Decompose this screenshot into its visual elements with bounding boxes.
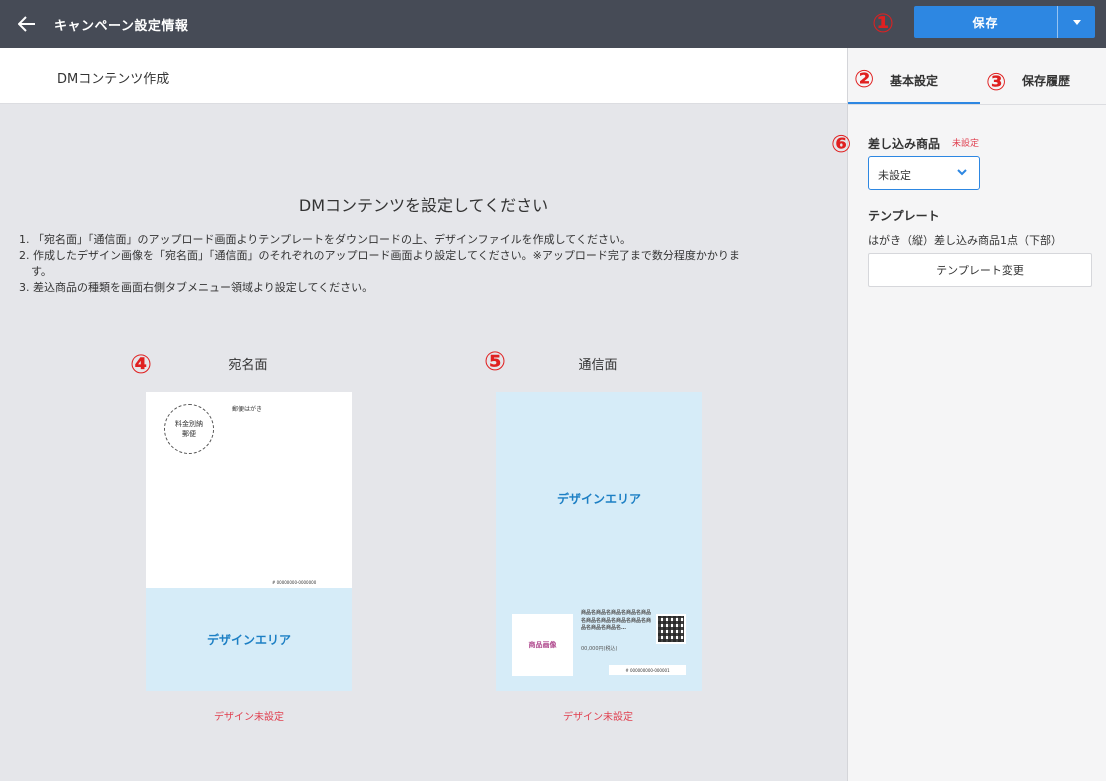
panel-tabs: ② 基本設定 ③ 保存履歴 — [848, 48, 1106, 105]
message-face-status: デザイン未設定 — [563, 712, 633, 723]
product-image-placeholder: 商品画像 — [512, 614, 573, 676]
annotation-marker-1: ① — [872, 9, 895, 39]
page-title: キャンペーン設定情報 — [54, 18, 189, 34]
annotation-marker-5: ⑤ — [484, 347, 507, 377]
save-button[interactable]: 保存 — [914, 6, 1057, 38]
customer-barcode: # 00000000-0000000 — [272, 580, 317, 585]
content-area: DMコンテンツを設定してください 1. 「宛名面」「通信面」のアップロード画面よ… — [0, 104, 847, 781]
instruction-item: 2. 作成したデザイン画像を「宛名面」「通信面」のそれぞれのアップロード画面より… — [19, 249, 740, 262]
address-face-card[interactable]: 料金別納 郵便 郵便はがき # 00000000-0000000 デザインエリア — [146, 392, 352, 691]
tab-save-history[interactable]: ③ 保存履歴 — [980, 48, 1106, 104]
annotation-marker-6: ⑥ — [831, 130, 852, 158]
tab-basic-settings[interactable]: ② 基本設定 — [848, 48, 980, 104]
stamp-text: 料金別納 — [175, 420, 203, 428]
tab-label: 基本設定 — [890, 74, 939, 88]
instruction-item: す。 — [31, 265, 52, 278]
instruction-item: 1. 「宛名面」「通信面」のアップロード画面よりテンプレートをダウンロードの上、… — [19, 233, 631, 246]
message-face-label: 通信面 — [578, 358, 618, 373]
address-face-label: 宛名面 — [228, 358, 268, 373]
back-button[interactable] — [14, 11, 40, 37]
tab-label: 保存履歴 — [1022, 74, 1071, 88]
save-button-group: 保存 — [914, 6, 1095, 38]
template-name: はがき（縦）差し込み商品1点（下部） — [868, 234, 1062, 247]
instruction-item: 3. 差込商品の種類を画面右側タブメニュー領域より設定してください。 — [19, 281, 374, 294]
design-area: デザインエリア — [146, 588, 352, 691]
postcard-label: 郵便はがき — [232, 406, 263, 413]
design-area-label: デザインエリア — [206, 633, 291, 647]
qr-code-icon — [656, 614, 686, 644]
address-face-status: デザイン未設定 — [214, 712, 284, 723]
insert-product-status-badge: 未設定 — [952, 139, 980, 149]
product-barcode: # 000000000-000001 — [609, 665, 686, 675]
chevron-down-icon — [957, 169, 967, 176]
annotation-marker-2: ② — [854, 65, 875, 93]
product-name-text: 商品名商品名商品名商品名商品名商品名商品名商品名商品名商品名商品名商品名… — [581, 610, 652, 631]
settings-panel: ② 基本設定 ③ 保存履歴 ⑥ 差し込み商品 未設定 未設定 テンプレート はが… — [831, 48, 1106, 781]
annotation-marker-4: ④ — [130, 350, 153, 380]
content-heading: DMコンテンツを設定してください — [298, 196, 549, 215]
arrow-left-icon — [18, 16, 35, 32]
save-dropdown-button[interactable] — [1058, 6, 1095, 38]
postage-stamp-mark: 料金別納 郵便 — [164, 404, 214, 454]
section-title: DMコンテンツ作成 — [57, 72, 170, 87]
design-area-label: デザインエリア — [556, 492, 641, 506]
message-face-card[interactable]: デザインエリア 商品画像 商品名商品名商品名商品名商品名商品名商品名商品名商品名… — [496, 392, 702, 691]
annotation-marker-3: ③ — [986, 68, 1007, 96]
caret-down-icon — [1072, 19, 1081, 25]
template-label: テンプレート — [868, 209, 940, 223]
instructions-list: 1. 「宛名面」「通信面」のアップロード画面よりテンプレートをダウンロードの上、… — [19, 232, 829, 296]
insert-product-select[interactable]: 未設定 — [868, 156, 980, 190]
change-template-button[interactable]: テンプレート変更 — [868, 253, 1092, 287]
product-price: 00,000円(税込) — [581, 646, 618, 652]
insert-product-label: 差し込み商品 — [868, 137, 941, 151]
stamp-text: 郵便 — [182, 430, 196, 438]
design-area: デザインエリア — [496, 488, 702, 507]
content-header: DMコンテンツ作成 — [0, 48, 847, 104]
select-value: 未設定 — [878, 169, 911, 182]
